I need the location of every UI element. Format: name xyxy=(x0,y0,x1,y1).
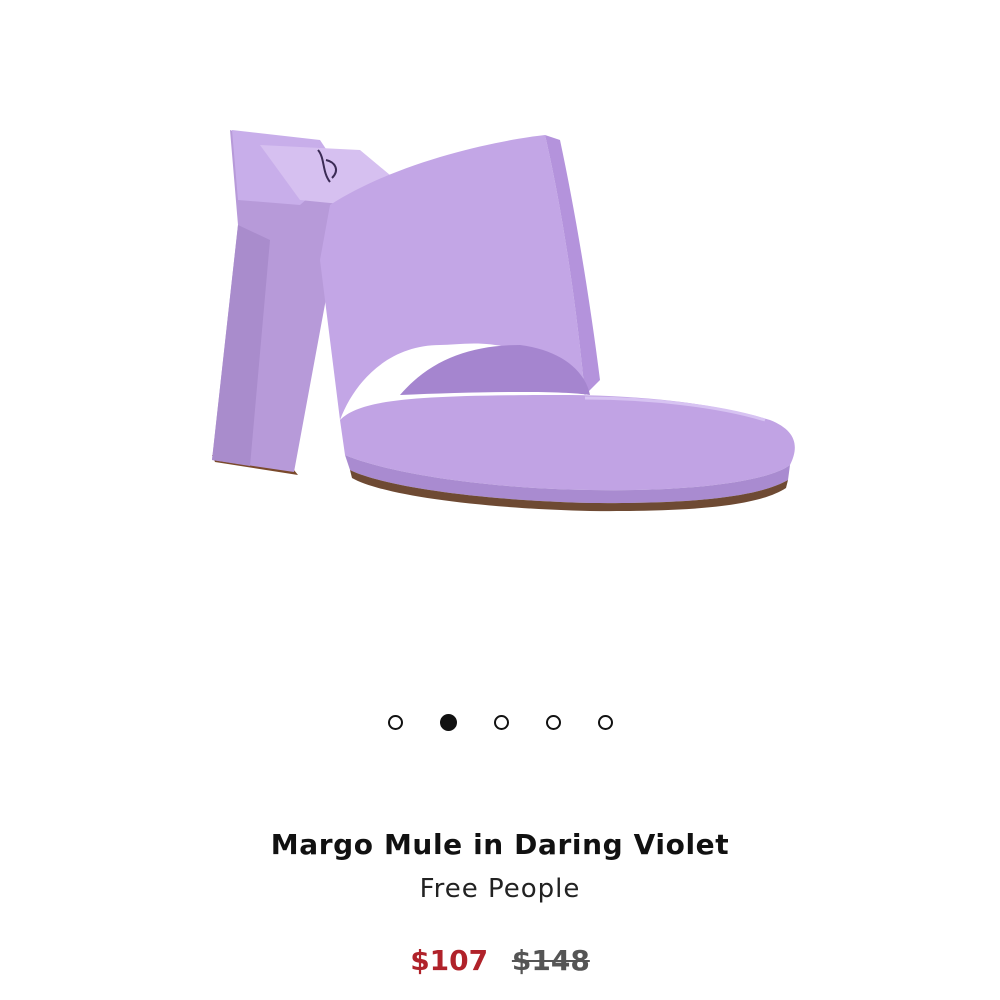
carousel-dots xyxy=(0,712,1000,732)
product-card: Margo Mule in Daring Violet Free People … xyxy=(0,0,1000,1000)
carousel-dot-1[interactable] xyxy=(387,714,403,730)
carousel-dot-3[interactable] xyxy=(493,714,509,730)
carousel-dot-2[interactable] xyxy=(439,713,457,731)
carousel-dot-5[interactable] xyxy=(597,714,613,730)
product-title[interactable]: Margo Mule in Daring Violet xyxy=(0,828,1000,861)
original-price: $148 xyxy=(511,944,590,977)
shoe-illustration xyxy=(212,130,795,512)
product-brand[interactable]: Free People xyxy=(0,874,1000,904)
price-row: $107 $148 xyxy=(0,944,1000,977)
carousel-dot-4[interactable] xyxy=(545,714,561,730)
product-image[interactable] xyxy=(0,0,1000,680)
sale-price: $107 xyxy=(410,944,489,977)
